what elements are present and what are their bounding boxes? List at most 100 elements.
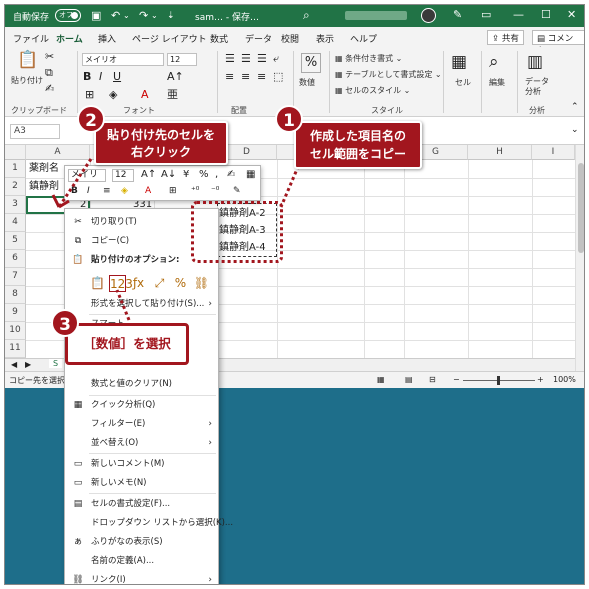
mini-size-combo[interactable]: 12 (112, 169, 134, 182)
row-header[interactable]: 7 (5, 268, 26, 286)
editing-icon[interactable]: ⌕ (489, 53, 499, 71)
mini-percent-icon[interactable]: % (199, 169, 209, 180)
undo-icon[interactable]: ↶ (111, 9, 120, 23)
menu-quick-analysis[interactable]: ▦ クイック分析(Q) (65, 396, 218, 414)
align-left-icon[interactable]: ≡ (225, 71, 234, 83)
row-header[interactable]: 6 (5, 250, 26, 268)
tab-data[interactable]: データ (245, 32, 272, 45)
select-all-corner[interactable] (5, 145, 26, 160)
tab-insert[interactable]: 挿入 (98, 32, 116, 45)
menu-format-cells[interactable]: ▤ セルの書式設定(F)... (65, 495, 218, 513)
align-right-icon[interactable]: ≡ (257, 71, 266, 83)
paste-transpose-icon[interactable]: ⤢ (151, 275, 168, 292)
menu-show-furigana[interactable]: ぁふりがなの表示(S) (65, 533, 218, 551)
zoom-out-icon[interactable]: − (453, 375, 460, 384)
align-bottom-icon[interactable]: ☰ (257, 53, 267, 65)
cell-styles-button[interactable]: ▦ セルのスタイル ⌄ (335, 85, 410, 96)
redo-dropdown-icon[interactable]: ⌄ (151, 9, 158, 23)
paste-formatting-icon[interactable]: % (172, 275, 189, 292)
mini-shrink-font-icon[interactable]: A↓ (161, 169, 176, 180)
page-layout-view-icon[interactable]: ▤ (405, 375, 413, 384)
maximize-icon[interactable]: ☐ (541, 8, 551, 21)
mini-decrease-decimal-icon[interactable]: ⁻⁰ (211, 186, 219, 196)
comment-button[interactable]: ▤ コメント (532, 30, 584, 56)
page-break-view-icon[interactable]: ⊟ (429, 375, 436, 384)
format-as-table-button[interactable]: ▦ テーブルとして書式設定 ⌄ (335, 69, 442, 80)
row-header[interactable]: 9 (5, 304, 26, 322)
customize-qat-icon[interactable]: ⇣ (167, 9, 175, 23)
row-header[interactable]: 4 (5, 214, 26, 232)
paste-icon[interactable]: 📋 (89, 275, 106, 292)
undo-dropdown-icon[interactable]: ⌄ (123, 9, 130, 23)
mini-format-painter-icon[interactable]: ✍ (227, 169, 235, 180)
pen-icon[interactable]: ✎ (453, 8, 462, 21)
mini-comma-icon[interactable]: , (215, 169, 218, 180)
menu-new-comment[interactable]: ▭ 新しいコメント(M) (65, 455, 218, 473)
grow-font-icon[interactable]: A↑ (167, 71, 184, 83)
row-header[interactable]: 8 (5, 286, 26, 304)
copy-icon[interactable]: ⧉ (45, 67, 53, 79)
paste-icon[interactable]: 📋 (17, 51, 38, 69)
mini-grow-font-icon[interactable]: A↑ (141, 169, 156, 180)
expand-formula-icon[interactable]: ⌄ (571, 125, 579, 135)
avatar[interactable] (421, 8, 436, 23)
align-center-icon[interactable]: ≡ (241, 71, 250, 83)
share-button[interactable]: ⇪ 共有 (487, 30, 524, 45)
name-box[interactable]: A3 (10, 124, 60, 139)
column-header[interactable]: I (532, 145, 575, 160)
menu-dropdown-list[interactable]: ドロップダウン リストから選択(K)... (65, 514, 233, 532)
row-header[interactable]: 10 (5, 322, 26, 340)
mini-currency-icon[interactable]: ¥ (183, 169, 189, 180)
data-analysis-icon[interactable]: ▥ (527, 53, 543, 71)
cells-icon[interactable]: ▦ (451, 53, 467, 71)
collapse-ribbon-icon[interactable]: ⌃ (571, 101, 579, 113)
zoom-slider-thumb[interactable] (497, 376, 500, 385)
row-header[interactable]: 2 (5, 178, 26, 196)
mini-clear-icon[interactable]: ✎ (233, 186, 241, 196)
tab-review[interactable]: 校閲 (281, 32, 299, 45)
menu-link[interactable]: ⛓ リンク(I) › (65, 571, 218, 584)
autosave-toggle[interactable]: オフ (55, 9, 81, 22)
font-name-combo[interactable]: メイリオ (82, 53, 164, 66)
zoom-in-icon[interactable]: + (537, 375, 544, 384)
cut-icon[interactable]: ✂ (45, 51, 54, 63)
conditional-format-button[interactable]: ▦ 条件付き書式 ⌄ (335, 53, 402, 64)
merge-icon[interactable]: ⬚ (273, 71, 283, 83)
vertical-scrollbar[interactable] (575, 145, 584, 371)
align-middle-icon[interactable]: ☰ (241, 53, 251, 65)
underline-icon[interactable]: U (113, 71, 121, 83)
save-icon[interactable]: ▣ (91, 9, 101, 23)
mini-borders-icon[interactable]: ⊞ (169, 186, 177, 196)
row-header[interactable]: 5 (5, 232, 26, 250)
ribbon-display-icon[interactable]: ▭ (481, 8, 491, 21)
row-header[interactable]: 11 (5, 340, 26, 358)
tab-help[interactable]: ヘルプ (350, 32, 377, 45)
sheet-tab[interactable]: S (49, 359, 63, 368)
menu-filter[interactable]: フィルター(E) › (65, 415, 218, 433)
phonetic-icon[interactable]: 亜 (167, 89, 178, 101)
fill-color-icon[interactable]: ◈ (109, 89, 117, 101)
mini-font-color-icon[interactable]: A (145, 186, 151, 196)
italic-icon[interactable]: I (99, 71, 102, 83)
close-icon[interactable]: ✕ (567, 8, 576, 21)
row-header[interactable]: 3 (5, 196, 26, 214)
search-icon[interactable]: ⌕ (303, 8, 310, 23)
sheet-nav-right-icon[interactable]: ▶ (25, 360, 31, 369)
row-header[interactable]: 1 (5, 160, 26, 178)
sheet-nav-left-icon[interactable]: ◀ (11, 360, 17, 369)
tab-formulas[interactable]: 数式 (210, 32, 228, 45)
number-format-icon[interactable]: % (301, 53, 321, 73)
redo-icon[interactable]: ↷ (139, 9, 148, 23)
borders-icon[interactable]: ⊞ (85, 89, 94, 101)
scroll-thumb[interactable] (578, 163, 584, 253)
paste-link-icon[interactable]: ⛓ (193, 275, 210, 292)
font-color-icon[interactable]: A (141, 89, 149, 101)
minimize-icon[interactable]: — (513, 8, 524, 21)
normal-view-icon[interactable]: ▦ (377, 375, 385, 384)
tab-view[interactable]: 表示 (316, 32, 334, 45)
align-top-icon[interactable]: ☰ (225, 53, 235, 65)
tab-page-layout[interactable]: ページ レイアウト (132, 32, 207, 45)
bold-icon[interactable]: B (83, 71, 91, 83)
menu-define-name[interactable]: 名前の定義(A)... (65, 552, 218, 570)
menu-clear-contents[interactable]: 数式と値のクリア(N) (65, 375, 218, 393)
